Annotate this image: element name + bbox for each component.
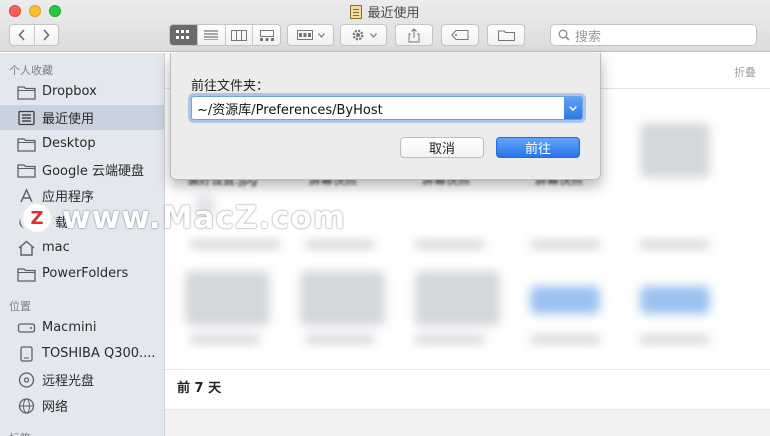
folder-path-combobox[interactable]	[191, 96, 583, 120]
folder-icon	[17, 266, 36, 282]
watermark: Z www.MacZ.com	[20, 198, 346, 238]
column-view-button[interactable]	[226, 25, 254, 45]
gear-icon	[352, 29, 363, 41]
back-button[interactable]	[10, 25, 35, 45]
sidebar-item-network[interactable]: 网络	[0, 393, 164, 418]
cancel-button[interactable]: 取消	[400, 137, 484, 158]
sidebar-item-powerfolders[interactable]: PowerFolders	[0, 261, 164, 286]
icon-view-button[interactable]	[170, 25, 198, 45]
sidebar-item-macmini[interactable]: Macmini	[0, 315, 164, 340]
folder-icon	[17, 84, 36, 100]
new-folder-button[interactable]	[487, 24, 525, 46]
watermark-logo: Z	[20, 201, 54, 235]
search-placeholder: 搜索	[575, 29, 602, 45]
new-folder-icon	[497, 30, 515, 41]
sidebar: 个人收藏 Dropbox 最近使用 Desktop Google 云端硬盘 应用…	[0, 53, 165, 436]
share-icon	[408, 27, 420, 42]
search-icon	[558, 29, 570, 41]
optical-disc-icon	[17, 371, 36, 388]
chevron-down-icon	[569, 105, 577, 111]
gallery-view-button[interactable]	[253, 25, 280, 45]
sidebar-item-label: Macmini	[42, 320, 97, 335]
window-toolbar: 最近使用 搜索	[0, 0, 770, 52]
sidebar-item-label: TOSHIBA Q300....	[42, 346, 156, 361]
sidebar-item-label: Google 云端硬盘	[42, 164, 144, 179]
watermark-text: www.MacZ.com	[62, 200, 347, 236]
column-view-icon	[230, 29, 247, 41]
folder-icon	[17, 136, 36, 152]
path-history-dropdown[interactable]	[564, 97, 582, 119]
hard-drive-icon	[17, 320, 36, 335]
sidebar-item-desktop[interactable]: Desktop	[0, 131, 164, 156]
file-caption	[530, 241, 600, 248]
list-view-icon	[204, 30, 219, 40]
sidebar-item-toshiba[interactable]: TOSHIBA Q300....	[0, 341, 164, 366]
file-caption	[305, 241, 375, 248]
file-caption	[640, 241, 710, 248]
file-caption	[530, 336, 600, 343]
nav-buttons	[9, 24, 59, 46]
file-caption	[415, 241, 485, 248]
window-title: 最近使用	[0, 3, 770, 21]
file-thumbnail[interactable]	[415, 271, 500, 326]
icon-view-icon	[176, 30, 190, 39]
dialog-title: 前往文件夹：	[191, 79, 270, 94]
folder-path-input[interactable]	[192, 97, 564, 119]
recents-doc-icon	[350, 4, 363, 19]
sidebar-item-google-drive[interactable]: Google 云端硬盘	[0, 157, 164, 182]
share-button[interactable]	[395, 24, 433, 46]
network-icon	[17, 397, 36, 414]
tags-header: 标签	[9, 430, 31, 436]
go-button[interactable]: 前往	[496, 137, 580, 158]
sidebar-item-label: Dropbox	[42, 84, 97, 99]
sidebar-item-label: Desktop	[42, 136, 96, 151]
file-caption	[190, 241, 280, 248]
sidebar-item-label: PowerFolders	[42, 266, 129, 281]
locations-header: 位置	[9, 300, 31, 313]
file-caption	[640, 336, 710, 343]
recents-icon	[17, 110, 36, 125]
chevron-down-icon	[317, 32, 325, 38]
file-caption	[305, 336, 375, 343]
sidebar-item-label: mac	[42, 240, 70, 255]
search-field[interactable]: 搜索	[550, 24, 757, 46]
folder-icon	[17, 162, 36, 178]
chevron-down-icon	[369, 32, 377, 38]
next-section-strip	[165, 409, 770, 436]
list-view-button[interactable]	[198, 25, 226, 45]
sidebar-item-remote-disc[interactable]: 远程光盘	[0, 367, 164, 392]
file-caption	[190, 336, 260, 343]
external-drive-icon	[17, 345, 36, 362]
view-mode-control	[169, 24, 281, 46]
favorites-header: 个人收藏	[9, 64, 53, 77]
file-caption	[415, 336, 485, 343]
go-to-folder-dialog: 前往文件夹： 取消 前往	[170, 53, 601, 180]
window-title-text: 最近使用	[367, 6, 420, 21]
sidebar-item-label: 最近使用	[42, 112, 95, 127]
home-icon	[17, 240, 36, 256]
chevron-left-icon	[18, 29, 25, 41]
file-thumbnail[interactable]	[640, 286, 710, 314]
sidebar-item-dropbox[interactable]: Dropbox	[0, 79, 164, 104]
sidebar-item-recents[interactable]: 最近使用	[0, 105, 164, 130]
group-by-button[interactable]	[287, 24, 334, 46]
collapse-link[interactable]: 折叠	[734, 64, 756, 80]
tag-icon	[451, 30, 469, 40]
period-header: 前 7 天	[177, 381, 222, 396]
section-divider	[165, 369, 770, 370]
gallery-view-icon	[259, 29, 274, 41]
sidebar-item-home[interactable]: mac	[0, 235, 164, 260]
sidebar-item-label: 网络	[42, 400, 69, 415]
file-thumbnail[interactable]	[640, 123, 710, 178]
forward-button[interactable]	[35, 25, 59, 45]
group-by-icon	[296, 30, 313, 40]
chevron-right-icon	[43, 29, 50, 41]
tag-button[interactable]	[441, 24, 479, 46]
file-thumbnail[interactable]	[530, 286, 600, 314]
sidebar-item-label: 远程光盘	[42, 374, 95, 389]
action-button[interactable]	[340, 24, 387, 46]
file-thumbnail[interactable]	[185, 271, 270, 326]
file-thumbnail[interactable]	[300, 271, 385, 326]
